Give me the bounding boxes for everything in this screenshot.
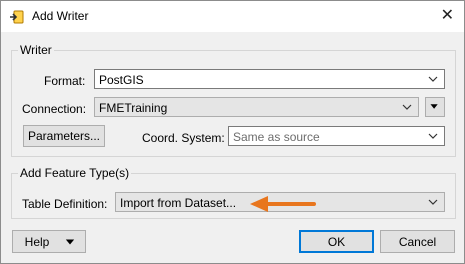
annotation-arrow-icon <box>250 196 316 212</box>
ok-button-label: OK <box>327 235 346 249</box>
chevron-down-icon <box>402 104 412 110</box>
help-menu-triangle-icon <box>65 239 75 245</box>
format-combobox[interactable]: PostGIS <box>94 69 445 89</box>
table-definition-value: Import from Dataset... <box>120 196 237 210</box>
parameters-button-label: Parameters... <box>27 129 101 143</box>
connection-value: FMETraining <box>99 101 168 115</box>
writer-group: Writer Format: PostGIS Connection: FMETr… <box>11 43 456 157</box>
close-icon[interactable]: ✕ <box>441 7 454 25</box>
title-bar: Add Writer ✕ <box>1 1 464 32</box>
help-button[interactable]: Help <box>12 230 86 253</box>
add-writer-dialog: Add Writer ✕ Writer Format: PostGIS Conn… <box>0 0 465 264</box>
cancel-button[interactable]: Cancel <box>380 230 455 253</box>
feature-type-group-legend: Add Feature Type(s) <box>18 166 132 180</box>
coord-system-value: Same as source <box>233 130 320 144</box>
chevron-down-icon <box>428 76 438 82</box>
coord-system-combobox[interactable]: Same as source <box>228 126 445 146</box>
writer-group-legend: Writer <box>18 43 54 57</box>
parameters-button[interactable]: Parameters... <box>23 125 105 147</box>
chevron-down-icon <box>428 199 438 205</box>
connection-combobox[interactable]: FMETraining <box>94 97 419 117</box>
add-writer-icon <box>10 10 24 24</box>
table-definition-label: Table Definition: <box>22 197 108 211</box>
help-button-label: Help <box>24 235 50 249</box>
format-label: Format: <box>44 74 86 88</box>
format-value: PostGIS <box>99 73 144 87</box>
feature-type-group: Add Feature Type(s) Table Definition: Im… <box>11 166 456 219</box>
menu-triangle-icon <box>430 104 438 109</box>
dialog-footer: Help OK Cancel <box>1 222 464 263</box>
connection-menu-button[interactable] <box>425 97 445 117</box>
ok-button[interactable]: OK <box>299 230 374 253</box>
coord-system-label: Coord. System: <box>142 131 225 145</box>
window-title: Add Writer <box>32 9 89 23</box>
chevron-down-icon <box>428 133 438 139</box>
connection-label: Connection: <box>22 102 87 116</box>
cancel-button-label: Cancel <box>398 235 437 249</box>
